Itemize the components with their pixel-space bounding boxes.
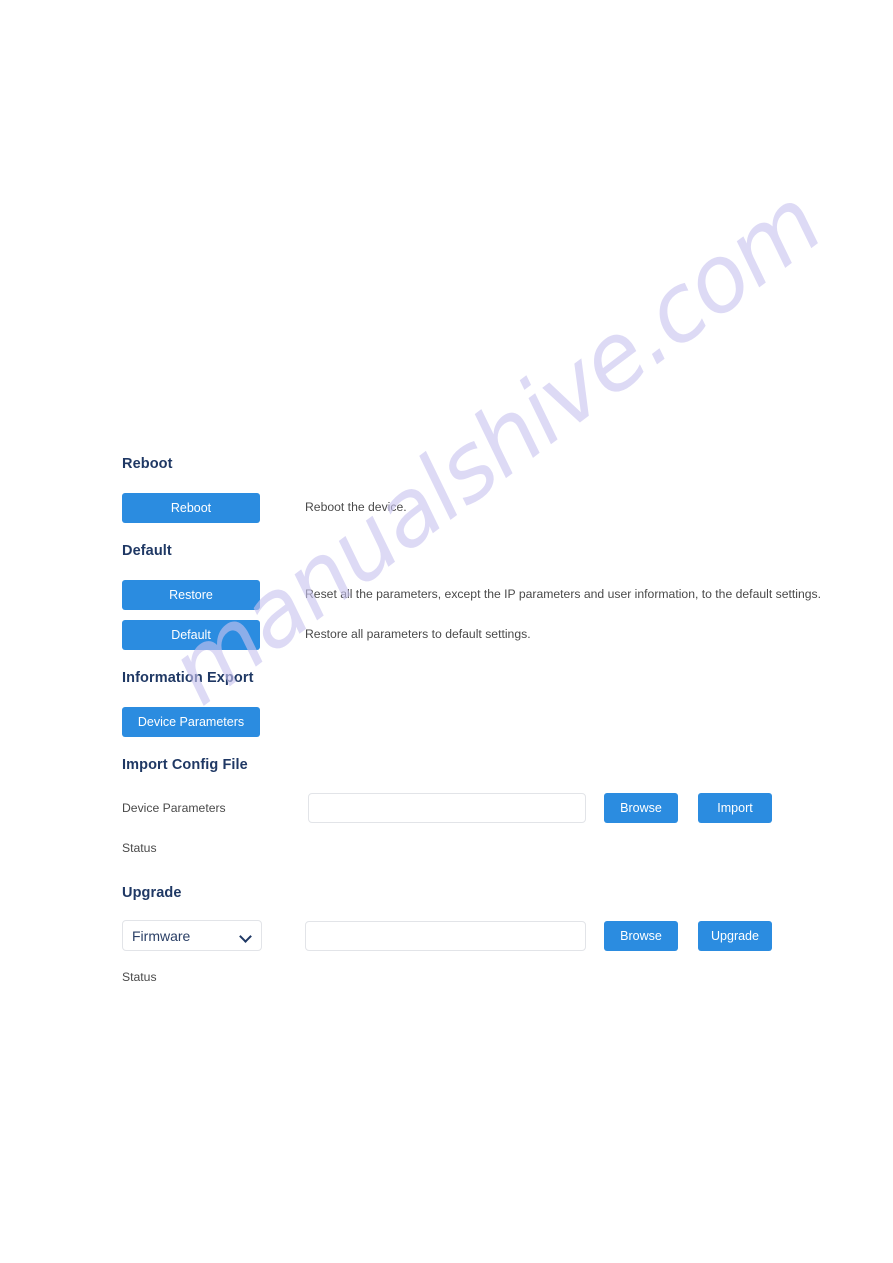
device-maintenance-page: Reboot Reboot Reboot the device. Default… — [0, 0, 893, 1263]
upgrade-status-label: Status — [122, 970, 157, 984]
reboot-button[interactable]: Reboot — [122, 493, 260, 523]
import-config-file-section-heading: Import Config File — [122, 757, 248, 773]
chevron-down-icon — [240, 930, 252, 942]
information-export-section-heading: Information Export — [122, 670, 254, 686]
reboot-description: Reboot the device. — [305, 500, 407, 514]
restore-button[interactable]: Restore — [122, 580, 260, 610]
upgrade-section-heading: Upgrade — [122, 885, 182, 901]
default-section-heading: Default — [122, 543, 172, 559]
upgrade-button[interactable]: Upgrade — [698, 921, 772, 951]
import-file-path-input[interactable] — [308, 793, 586, 823]
default-description: Restore all parameters to default settin… — [305, 627, 531, 641]
import-button[interactable]: Import — [698, 793, 772, 823]
upgrade-file-path-input[interactable] — [305, 921, 586, 951]
reboot-section-heading: Reboot — [122, 456, 173, 472]
import-device-parameters-label: Device Parameters — [122, 801, 226, 815]
upgrade-type-select[interactable]: Firmware — [122, 920, 262, 951]
upgrade-type-selected-value: Firmware — [132, 927, 191, 944]
import-browse-button[interactable]: Browse — [604, 793, 678, 823]
export-device-parameters-button[interactable]: Device Parameters — [122, 707, 260, 737]
upgrade-browse-button[interactable]: Browse — [604, 921, 678, 951]
restore-description: Reset all the parameters, except the IP … — [305, 587, 821, 601]
import-status-label: Status — [122, 841, 157, 855]
default-button[interactable]: Default — [122, 620, 260, 650]
